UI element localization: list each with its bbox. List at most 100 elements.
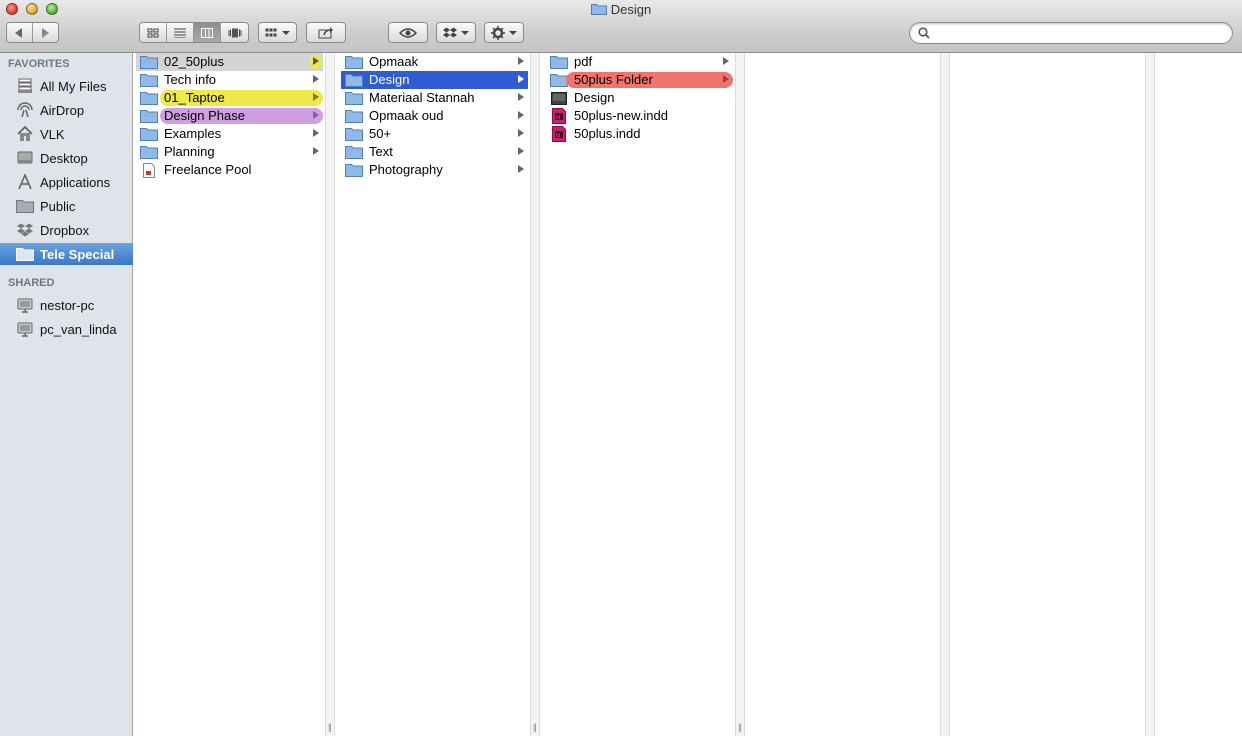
column-resize-handle[interactable] [940,53,950,736]
browser-column-2: Opmaak Design Materiaal Stannah Opmaak o… [339,53,530,736]
svg-text:Id: Id [556,133,560,139]
list-item[interactable]: Design Phase [136,107,323,125]
list-item[interactable]: 50+ [341,125,528,143]
sidebar-item-applications[interactable]: Applications [0,171,133,193]
action-menu-button[interactable] [484,22,524,43]
chevron-right-icon [723,75,729,83]
browser-column-5 [954,53,1145,736]
list-item[interactable]: Opmaak [341,53,528,71]
icon-view-button[interactable] [140,23,167,42]
applications-icon [16,174,34,190]
item-name: Planning [164,144,215,159]
list-item[interactable]: Tech info [136,71,323,89]
dropbox-icon [442,27,457,37]
item-name: Design [574,90,615,105]
list-item[interactable]: Materiaal Stannah [341,89,528,107]
chevron-right-icon [518,93,524,101]
list-item[interactable]: 01_Taptoe [136,89,323,107]
sidebar-item-label: Desktop [40,150,88,166]
sidebar-item-pc-van-linda[interactable]: pc_van_linda [0,318,133,340]
sidebar-item-desktop[interactable]: Desktop [0,147,133,169]
folder-icon [16,198,34,214]
item-name: 50plus Folder [574,72,653,87]
back-forward-control [6,22,59,43]
sidebar-item-dropbox[interactable]: Dropbox [0,219,133,241]
back-button[interactable] [7,23,33,42]
sidebar-item-tele-special[interactable]: Tele Special [0,243,133,265]
window-toolbar: Design [0,0,1242,53]
sidebar-item-nestor-pc[interactable]: nestor-pc [0,294,133,316]
forward-button[interactable] [32,23,58,42]
chevron-right-icon [518,165,524,173]
chevron-right-icon [723,57,729,65]
column-resize-handle[interactable]: || [530,53,540,736]
column-resize-handle[interactable]: || [735,53,745,736]
list-item[interactable]: pdf [546,53,733,71]
cover-flow-button[interactable] [221,23,248,42]
airdrop-icon [16,102,34,118]
arrange-button[interactable] [258,22,297,43]
search-input[interactable] [934,25,1226,41]
list-item[interactable]: Design [546,89,733,107]
list-item[interactable]: Opmaak oud [341,107,528,125]
chevron-right-icon [313,147,319,155]
list-item[interactable]: 50plus Folder [546,71,733,89]
browser-column-4 [749,53,940,736]
sidebar: FAVORITES All My Files AirDrop VLK Deskt… [0,53,133,736]
sidebar-item-label: pc_van_linda [40,321,117,337]
list-item[interactable]: Id 50plus-new.indd [546,107,733,125]
item-name: Examples [164,126,222,141]
item-name: pdf [574,54,593,69]
folder-icon [550,55,568,69]
folder-icon [140,73,158,87]
document-icon [140,162,158,178]
folder-icon [345,55,363,69]
sidebar-item-label: All My Files [40,78,107,94]
favorites-header: FAVORITES [8,58,70,70]
list-item[interactable]: Planning [136,143,323,161]
list-item[interactable]: Photography [341,161,528,179]
chevron-right-icon [518,57,524,65]
quick-look-button[interactable] [388,22,428,43]
window-title-bar: Design [0,2,1242,17]
sidebar-item-public[interactable]: Public [0,195,133,217]
back-arrow-icon [15,27,23,38]
sidebar-item-label: nestor-pc [40,297,95,313]
icon-view-icon [147,28,159,37]
desktop-icon [16,150,34,166]
folder-icon [345,109,363,123]
dropbox-icon [16,222,34,238]
list-view-button[interactable] [167,23,194,42]
home-icon [16,126,34,142]
chevron-down-icon [508,30,517,35]
column-resize-handle[interactable]: || [325,53,335,736]
browser-column-6 [1159,53,1242,736]
cover-flow-icon [228,28,241,37]
forward-arrow-icon [42,27,50,38]
column-resize-handle[interactable] [1145,53,1155,736]
list-item[interactable]: Examples [136,125,323,143]
eye-icon [399,27,417,38]
list-item[interactable]: Freelance Pool [136,161,323,179]
list-item[interactable]: Id 50plus.indd [546,125,733,143]
sidebar-item-all-my-files[interactable]: All My Files [0,75,133,97]
svg-text:Id: Id [556,115,560,121]
chevron-right-icon [518,129,524,137]
item-name: 50plus.indd [574,126,641,141]
list-item[interactable]: Design [341,71,528,89]
sidebar-item-airdrop[interactable]: AirDrop [0,99,133,121]
sidebar-item-label: Applications [40,174,111,190]
arrange-grid-icon [265,28,276,36]
list-view-icon [174,28,186,38]
dropbox-menu-button[interactable] [436,22,476,43]
sidebar-item-vlk[interactable]: VLK [0,123,133,145]
column-view-button[interactable] [194,23,221,42]
list-item[interactable]: Text [341,143,528,161]
chevron-right-icon [313,129,319,137]
grip-icon: || [533,722,537,732]
share-button[interactable] [306,22,346,43]
all-files-icon [16,78,34,94]
list-item[interactable]: 02_50plus [136,53,323,71]
search-field[interactable] [909,22,1233,44]
folder-icon [140,145,158,159]
